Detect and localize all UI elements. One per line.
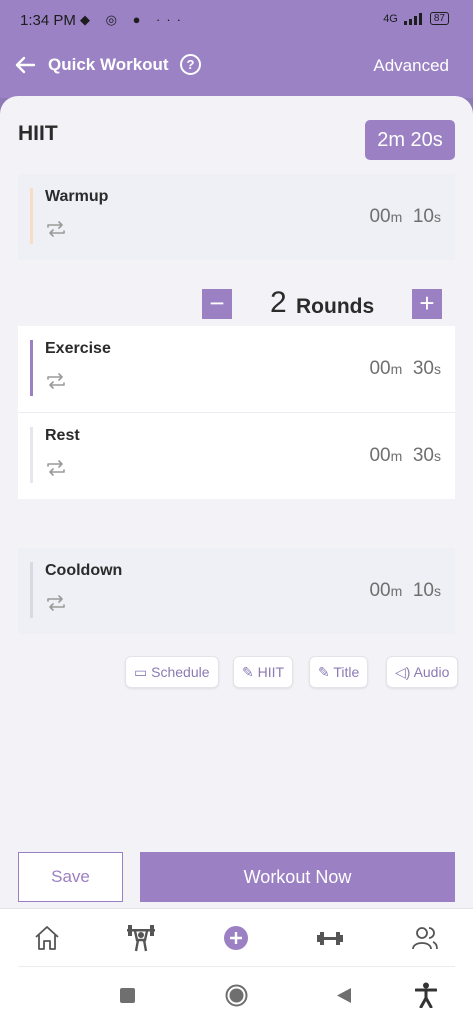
rest-seconds: 30	[412, 445, 434, 466]
warmup-minutes: 00	[369, 206, 391, 227]
weightlifter-icon[interactable]	[126, 923, 156, 953]
back-triangle-icon[interactable]	[336, 987, 352, 1004]
repeat-icon[interactable]	[45, 457, 67, 479]
exercise-label: Exercise	[45, 340, 111, 357]
workout-now-button[interactable]: Workout Now	[140, 852, 455, 902]
hiit-chip-label: HIIT	[257, 664, 285, 680]
hiit-chip[interactable]: ✎ HIIT	[233, 656, 294, 688]
minutes-unit: m	[390, 448, 403, 464]
seconds-unit: s	[434, 448, 441, 464]
home-icon[interactable]	[32, 923, 62, 953]
notification-icons: ◆ ◎ ● ···	[80, 12, 188, 27]
system-icons: 4G 87	[383, 12, 449, 25]
bottom-tab-bar	[0, 908, 473, 968]
rounds-label: Rounds	[296, 295, 375, 318]
pencil-icon: ✎	[242, 664, 254, 680]
exercise-time[interactable]: 00m 30s	[369, 358, 441, 380]
save-button[interactable]: Save	[18, 852, 123, 902]
cooldown-accent	[30, 562, 33, 618]
title-chip[interactable]: ✎ Title	[309, 656, 369, 688]
speaker-icon: ◁)	[395, 664, 411, 680]
status-time: 1:34 PM	[20, 12, 76, 29]
cooldown-minutes: 00	[369, 580, 391, 601]
calendar-icon: ▭	[134, 664, 148, 680]
rest-row[interactable]: Rest 00m 30s	[18, 413, 455, 499]
cooldown-seconds: 10	[412, 580, 434, 601]
repeat-icon[interactable]	[45, 592, 67, 614]
back-arrow-icon[interactable]	[14, 54, 36, 76]
rounds-decrement-button[interactable]: −	[202, 289, 232, 319]
rest-label: Rest	[45, 427, 80, 444]
repeat-icon[interactable]	[45, 370, 67, 392]
total-time-badge: 2m 20s	[365, 120, 455, 160]
add-circle-icon[interactable]	[221, 923, 251, 953]
dumbbell-icon[interactable]	[315, 923, 345, 953]
seconds-unit: s	[434, 583, 441, 599]
rest-minutes: 00	[369, 445, 391, 466]
home-button-icon[interactable]	[225, 984, 248, 1007]
schedule-chip[interactable]: ▭ Schedule	[125, 656, 219, 688]
system-nav-bar	[0, 968, 473, 1024]
round-card: Exercise 00m 30s Rest 00m 30s	[18, 326, 455, 499]
cooldown-card[interactable]: Cooldown 00m 10s	[18, 548, 455, 634]
option-chips: ▭ Schedule ✎ HIIT ✎ Title ◁) Audio	[0, 656, 473, 690]
workout-name: HIIT	[18, 122, 58, 145]
app-bar: Quick Workout ? Advanced	[0, 42, 473, 98]
warmup-time[interactable]: 00m 10s	[369, 206, 441, 228]
cooldown-row[interactable]: Cooldown 00m 10s	[18, 548, 455, 634]
exercise-minutes: 00	[369, 358, 391, 379]
minutes-unit: m	[390, 209, 403, 225]
cooldown-time[interactable]: 00m 10s	[369, 580, 441, 602]
audio-chip-label: Audio	[413, 664, 450, 680]
cooldown-label: Cooldown	[45, 562, 123, 579]
help-icon[interactable]: ?	[180, 54, 201, 75]
audio-chip[interactable]: ◁) Audio	[386, 656, 459, 688]
rounds-count: 2	[270, 286, 287, 319]
rounds-increment-button[interactable]: +	[412, 289, 442, 319]
divider	[18, 966, 455, 967]
minutes-unit: m	[390, 583, 403, 599]
warmup-seconds: 10	[412, 206, 434, 227]
battery-icon: 87	[429, 12, 449, 25]
warmup-row[interactable]: Warmup 00m 10s	[18, 174, 455, 260]
main-sheet: HIIT 2m 20s Warmup 00m 10s − 2 Rounds + …	[0, 96, 473, 908]
repeat-icon[interactable]	[45, 218, 67, 240]
exercise-row[interactable]: Exercise 00m 30s	[18, 326, 455, 412]
seconds-unit: s	[434, 361, 441, 377]
schedule-chip-label: Schedule	[151, 664, 210, 680]
warmup-accent	[30, 188, 33, 244]
minutes-unit: m	[390, 361, 403, 377]
signal-icon	[403, 12, 422, 25]
advanced-button[interactable]: Advanced	[373, 56, 449, 76]
seconds-unit: s	[434, 209, 441, 225]
warmup-label: Warmup	[45, 188, 109, 205]
title-chip-label: Title	[333, 664, 360, 680]
pencil-icon: ✎	[318, 664, 330, 680]
exercise-seconds: 30	[412, 358, 434, 379]
warmup-card[interactable]: Warmup 00m 10s	[18, 174, 455, 260]
rest-accent	[30, 427, 33, 483]
people-icon[interactable]	[410, 923, 440, 953]
network-label: 4G	[383, 12, 398, 25]
rounds-stepper: − 2 Rounds +	[0, 286, 473, 326]
page-title: Quick Workout	[48, 55, 169, 74]
accessibility-icon[interactable]	[415, 982, 437, 1008]
exercise-accent	[30, 340, 33, 396]
recents-icon[interactable]	[120, 988, 135, 1003]
rest-time[interactable]: 00m 30s	[369, 445, 441, 467]
status-bar: 1:34 PM ◆ ◎ ● ··· 4G 87	[0, 0, 473, 42]
